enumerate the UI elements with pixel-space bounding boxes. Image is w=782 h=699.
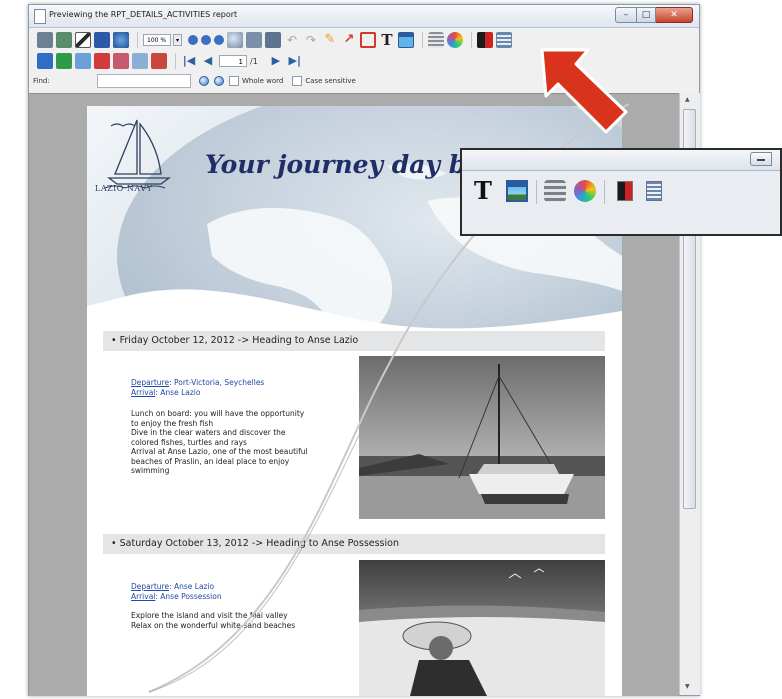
stack-icon[interactable]: [544, 180, 566, 202]
zoom-dropdown-icon[interactable]: ▾: [173, 34, 182, 46]
export-image-icon[interactable]: [132, 53, 148, 69]
highlighter-icon[interactable]: ✎: [322, 32, 338, 48]
image-annotation-icon[interactable]: [398, 32, 414, 48]
case-sensitive-checkbox[interactable]: [292, 76, 303, 86]
rectangle-annotation-icon[interactable]: [360, 32, 376, 48]
window-controls: – □ ✕: [615, 7, 693, 23]
title-bar[interactable]: Previewing the RPT_DETAILS_ACTIVITIES re…: [29, 5, 699, 28]
thumbnails-icon[interactable]: [265, 32, 281, 48]
callout-title-bar: [462, 150, 780, 171]
find-bar: Find: Whole word Case sensitive: [33, 73, 365, 89]
minimize-button[interactable]: –: [615, 7, 637, 23]
toolbar-zoom-callout: T: [460, 148, 782, 236]
edit-icon[interactable]: [75, 32, 91, 48]
stack-icon[interactable]: [428, 32, 444, 48]
export-html-icon[interactable]: [75, 53, 91, 69]
find-input[interactable]: [97, 74, 191, 88]
separator: [604, 180, 605, 204]
find-previous-icon[interactable]: [199, 76, 209, 86]
undo-icon[interactable]: ↶: [284, 32, 300, 48]
page-total: /1: [250, 56, 258, 66]
scroll-up-icon[interactable]: ▲: [685, 96, 690, 103]
separator: [175, 53, 176, 69]
page-setup-icon[interactable]: [94, 32, 110, 48]
document-view-icon[interactable]: [646, 181, 662, 201]
send-email-icon[interactable]: [151, 53, 167, 69]
separator: [471, 32, 472, 48]
text-annotation-icon[interactable]: T: [379, 32, 395, 48]
whole-word-checkbox[interactable]: [229, 76, 239, 86]
export-excel-icon[interactable]: [56, 53, 72, 69]
export-pdf-icon[interactable]: [94, 53, 110, 69]
color-wheel-icon[interactable]: [447, 32, 463, 48]
print-color-icon[interactable]: [477, 32, 493, 48]
case-sensitive-label: Case sensitive: [305, 77, 356, 85]
find-label: Find:: [33, 77, 50, 85]
document-icon: [34, 9, 46, 24]
red-pointer-arrow-icon: [540, 48, 628, 134]
redo-icon[interactable]: ↷: [303, 32, 319, 48]
scroll-down-icon[interactable]: ▼: [685, 683, 690, 690]
separator: [536, 180, 537, 204]
separator: [137, 32, 138, 48]
toolbar-row-1: 100 % ▾ ↶ ↷ ✎ ↗ T: [37, 30, 515, 50]
magnifier-icon[interactable]: [227, 32, 243, 48]
first-page-icon[interactable]: |◀: [181, 53, 197, 69]
close-button[interactable]: ✕: [656, 7, 693, 23]
maximize-button[interactable]: □: [637, 7, 656, 23]
separator: [422, 32, 423, 48]
window-title: Previewing the RPT_DETAILS_ACTIVITIES re…: [49, 10, 238, 19]
print-icon[interactable]: [37, 32, 53, 48]
text-annotation-icon[interactable]: T: [474, 179, 496, 203]
image-annotation-icon[interactable]: [506, 180, 528, 202]
zoom-fit-icon[interactable]: [214, 35, 224, 45]
export-word-icon[interactable]: [37, 53, 53, 69]
next-page-icon[interactable]: ▶: [268, 53, 284, 69]
preview-mode-icon[interactable]: [246, 32, 262, 48]
export-xml-icon[interactable]: [113, 53, 129, 69]
zoom-in-icon[interactable]: [188, 35, 198, 45]
zoom-out-icon[interactable]: [201, 35, 211, 45]
document-view-icon[interactable]: [496, 32, 512, 48]
zoom-input[interactable]: 100 %: [143, 34, 171, 46]
arrow-annotation-icon[interactable]: ↗: [341, 32, 357, 48]
page-number-input[interactable]: 1: [219, 55, 247, 67]
last-page-icon[interactable]: ▶|: [287, 53, 303, 69]
print-color-icon[interactable]: [617, 181, 633, 201]
whole-word-label: Whole word: [242, 77, 284, 85]
color-wheel-icon[interactable]: [574, 180, 596, 202]
minimize-icon: [750, 152, 772, 166]
previous-page-icon[interactable]: ◀: [200, 53, 216, 69]
find-next-icon[interactable]: [214, 76, 224, 86]
globe-icon[interactable]: [113, 32, 129, 48]
print-setup-icon[interactable]: [56, 32, 72, 48]
toolbar-row-2: |◀ ◀ 1 /1 ▶ ▶|: [37, 51, 306, 71]
